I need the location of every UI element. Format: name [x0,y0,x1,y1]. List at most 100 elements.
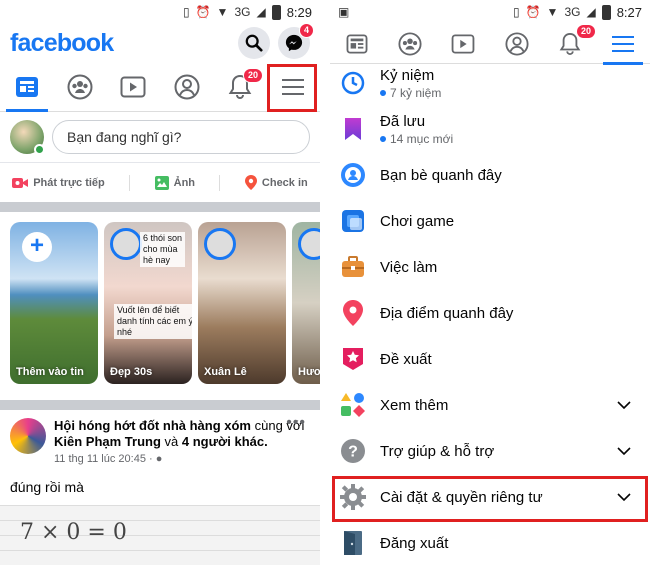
photo-label: Ảnh [173,176,196,189]
menu-item-memories[interactable]: Kỷ niệm 7 kỷ niệm [340,60,650,106]
news-feed-icon [346,33,368,54]
online-indicator [34,144,45,155]
avatar[interactable] [10,120,45,155]
tab-notifications[interactable]: 20 [219,66,263,108]
story-card[interactable]: Hươ [292,222,320,384]
menu-item-help[interactable]: ? Trợ giúp & hỗ trợ [340,428,650,474]
tab-groups[interactable] [390,24,430,64]
profile-icon [505,31,529,56]
more-options-icon[interactable]: ••• [286,414,306,432]
menu-item-saved[interactable]: Đã lưu 14 mục mới [340,106,650,152]
story-overlay-text: 6 thói son cho mùa hè nay [140,232,186,267]
alarm-icon: ⏰ [195,5,211,19]
story-card[interactable]: 6 thói son cho mùa hè nay Vuốt lên để bi… [104,222,192,384]
create-story-card[interactable]: + Thêm vào tin [10,222,98,384]
gaming-icon [340,208,366,234]
chevron-down-icon [617,493,631,502]
status-bar: ▯ ⏰ ▼ 3G ◢ 8:29 [0,0,320,24]
menu-item-label: Kỷ niệm [380,66,435,84]
wifi-icon: ▼ [546,5,559,19]
tab-menu[interactable] [272,66,314,108]
menu-item-gaming[interactable]: Chơi game [340,198,650,244]
main-tab-bar: 20 [0,62,320,112]
tab-profile[interactable] [497,24,537,64]
menu-item-see-more[interactable]: Xem thêm [340,382,650,428]
image-handwriting: 7 × 0 = 0 [20,520,127,545]
screenshot-pair: ▯ ⏰ ▼ 3G ◢ 8:29 facebook 4 20 Bạn đang n… [0,0,650,565]
tab-profile[interactable] [166,66,208,108]
groups-icon [67,74,93,99]
story-overlay-caption: Vuốt lên để biết danh tính các em ý nhé [114,304,192,339]
tab-notifications[interactable]: 20 [550,23,596,64]
menu-item-settings-privacy[interactable]: Cài đặt & quyền riêng tư [340,474,650,520]
composer-actions: Phát trực tiếp Ảnh Check in [0,162,320,202]
stories-tray: + Thêm vào tin 6 thói son cho mùa hè nay… [0,212,320,400]
network-type: 3G [564,5,581,19]
menu-item-label: Trợ giúp & hỗ trợ [380,442,495,460]
groups-icon [398,31,422,56]
section-separator [0,202,320,212]
live-button[interactable]: Phát trực tiếp [12,177,105,189]
live-label: Phát trực tiếp [33,176,105,189]
news-feed-icon [15,76,38,97]
tab-watch[interactable] [443,24,483,64]
signal-icon: ◢ [256,5,266,19]
checkin-button[interactable]: Check in [244,175,308,190]
post-text: đúng rồi mà [10,479,84,495]
menu-item-label: Đề xuất [380,350,432,368]
wifi-icon: ▼ [216,5,229,19]
add-story-icon: + [22,232,52,262]
menu-item-label: Việc làm [380,258,438,276]
tab-news-feed[interactable] [5,66,48,112]
menu-item-label: Chơi game [380,212,455,230]
menu-item-nearby-friends[interactable]: Bạn bè quanh đây [340,152,650,198]
menu-screen: ▣ ▯ ⏰ ▼ 3G ◢ 8:27 20 Kỷ niệm 7 kỷ niệm Đ… [330,0,650,565]
photo-button[interactable]: Ảnh [154,175,196,190]
menu-item-label: Xem thêm [380,396,449,414]
story-label: Hươ [298,366,320,378]
story-card[interactable]: Xuân Lê [198,222,286,384]
and-text: và [164,434,179,449]
main-tab-bar: 20 [330,23,650,65]
menu-item-sub: 14 mục mới [390,131,454,146]
watch-video-icon [120,76,146,97]
search-icon [245,34,263,52]
vibrate-icon: ▯ [512,5,520,19]
hamburger-menu-icon [612,35,635,52]
settings-gear-icon [340,484,366,510]
menu-item-recommendations[interactable]: Đề xuất [340,336,650,382]
post-timestamp[interactable]: 11 thg 11 lúc 20:45 · [54,453,156,465]
menu-item-sub: 7 kỷ niệm [390,85,442,100]
vibrate-icon: ▯ [182,5,190,19]
menu-item-label: Bạn bè quanh đây [380,166,502,184]
tab-news-feed[interactable] [337,24,377,64]
photo-icon [154,175,169,190]
group-name[interactable]: Hội hóng hớt đốt nhà hàng xóm [54,418,251,433]
tab-menu[interactable] [603,24,644,65]
story-label: Đẹp 30s [110,366,153,378]
see-more-shapes-icon [340,392,366,418]
post-meta: 11 thg 11 lúc 20:45 · ● [54,453,310,465]
menu-item-jobs[interactable]: Việc làm [340,244,650,290]
tab-watch[interactable] [112,66,154,108]
battery-icon [601,4,611,20]
menu-item-logout[interactable]: Đăng xuất [340,520,650,565]
menu-item-label: Đã lưu [380,112,426,130]
notifications-badge: 20 [575,23,596,39]
new-dot-icon [380,135,386,142]
menu-item-label: Địa điểm quanh đây [380,304,514,322]
search-button[interactable] [238,27,270,59]
facebook-logo[interactable]: facebook [10,29,114,58]
tab-groups[interactable] [59,66,101,108]
post-composer: Bạn đang nghĩ gì? [0,112,320,162]
group-avatar[interactable] [10,418,46,454]
tagged-name[interactable]: Kiên Phạm Trung [54,434,161,449]
others-link[interactable]: 4 người khác. [182,434,268,449]
composer-input[interactable]: Bạn đang nghĩ gì? [52,120,310,154]
hamburger-menu-icon [282,78,305,95]
divider [129,174,131,191]
post-image[interactable]: 7 × 0 = 0 [0,505,320,565]
location-pin-icon [244,175,257,190]
messenger-button[interactable]: 4 [278,23,314,59]
menu-item-nearby-places[interactable]: Địa điểm quanh đây [340,290,650,336]
